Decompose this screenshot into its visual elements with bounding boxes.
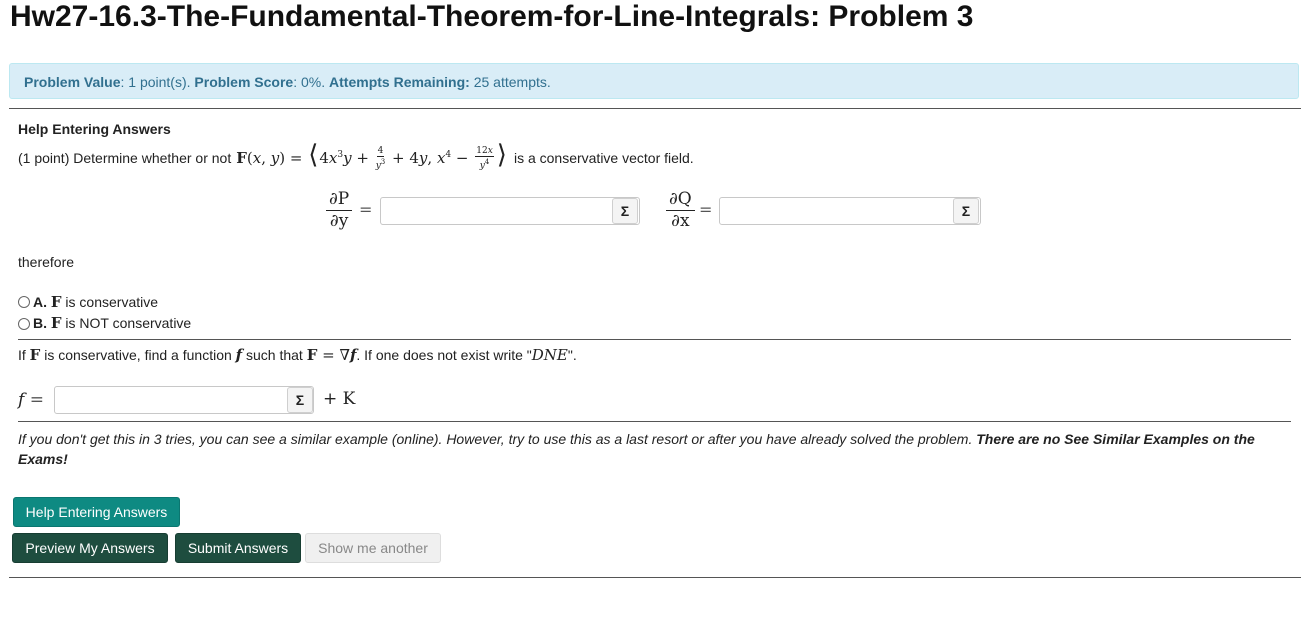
dp-equals: = [359,200,373,219]
divider-middle [18,339,1291,340]
choice-a-label[interactable]: A. F is conservative [33,293,158,311]
choice-b-label[interactable]: B. F is NOT conservative [33,314,191,332]
sigma-icon[interactable]: Σ [953,198,979,224]
sigma-icon[interactable]: Σ [612,198,638,224]
sigma-icon[interactable]: Σ [287,387,313,413]
choice-a-radio[interactable] [18,296,30,308]
divider-top [9,108,1301,109]
problem-info-bar: Problem Value: 1 point(s). Problem Score… [9,63,1299,99]
help-entering-answers-button[interactable]: Help Entering Answers [13,497,180,527]
problem-value-label: Problem Value [24,74,121,90]
f-input[interactable] [54,386,314,414]
problem-score-label: Problem Score [194,74,294,90]
divider-lower [18,421,1291,422]
attempts-remaining-text: 25 attempts. [469,74,551,90]
dq-denominator: ∂x [671,211,690,231]
dp-dy-input[interactable] [380,197,640,225]
problem-value-text: : 1 point(s). [120,74,195,90]
dp-dy-fraction: ∂P ∂y [326,189,353,231]
problem-score-text: : 0%. [293,74,330,90]
attempts-remaining-label: Attempts Remaining: [329,74,470,90]
problem-suffix: is a conservative vector field. [513,150,694,166]
submit-answers-button[interactable]: Submit Answers [175,533,301,563]
dq-numerator: ∂Q [666,189,695,211]
dq-dx-input[interactable] [719,197,981,225]
problem-intro: (1 point) Determine whether or not [18,150,232,166]
similar-example-note: If you don't get this in 3 tries, you ca… [18,431,1255,467]
dp-denominator: ∂y [329,211,349,231]
dp-numerator: ∂P [326,189,353,211]
vector-field-formula: F(x, y) = ⟨4x3y + 4 y3 + 4y, x4 − 12x y4 ⟩ [236,139,507,172]
dq-dx-fraction: ∂Q ∂x [666,189,695,231]
plus-k-label: + K [323,389,356,409]
dq-equals: = [699,200,713,219]
divider-bottom [9,577,1301,578]
preview-answers-button[interactable]: Preview My Answers [12,533,168,563]
help-entering-answers-link[interactable]: Help Entering Answers [18,121,171,137]
f-label: f = [18,390,44,410]
therefore-text: therefore [18,254,75,270]
problem-statement: (1 point) Determine whether or not F(x, … [18,139,694,172]
choice-b-radio[interactable] [18,318,30,330]
page-title: Hw27-16.3-The-Fundamental-Theorem-for-Li… [10,0,974,33]
potential-instruction: If F is conservative, find a function f … [18,346,577,364]
show-me-another-button[interactable]: Show me another [305,533,441,563]
